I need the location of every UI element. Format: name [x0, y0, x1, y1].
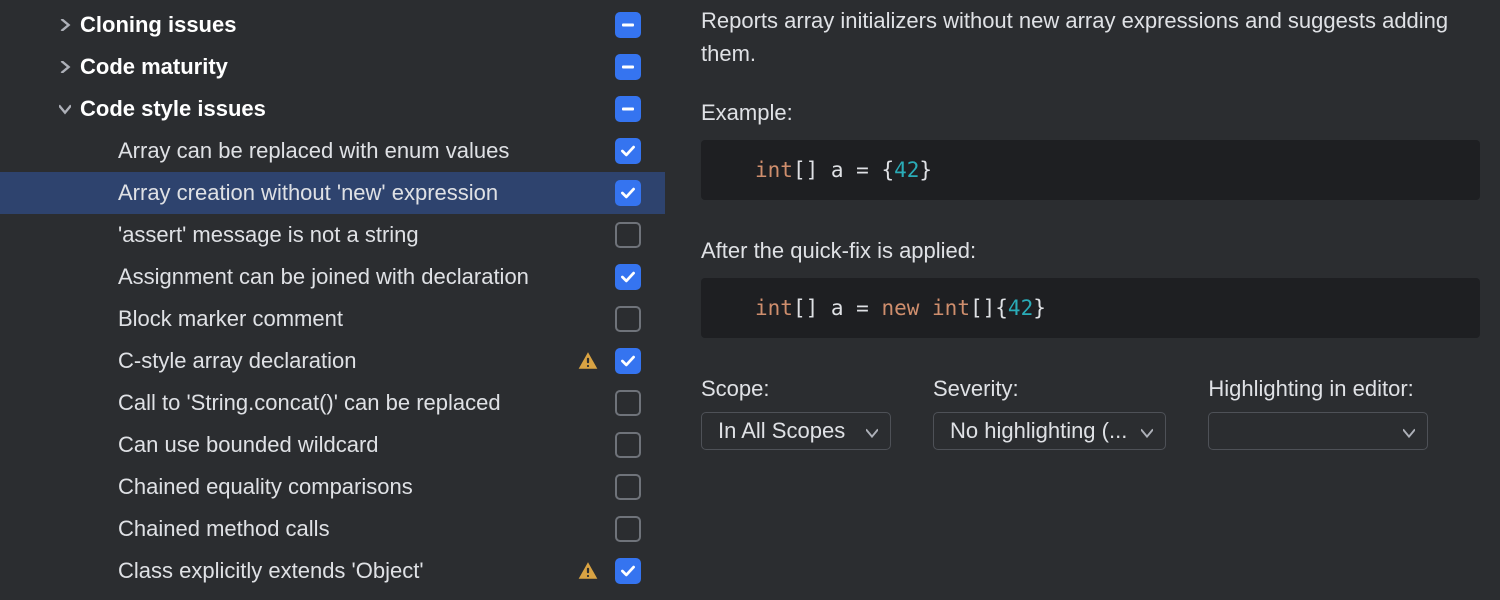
tree-item-label: Call to 'String.concat()' can be replace… — [118, 390, 615, 416]
tree-item-label: 'assert' message is not a string — [118, 222, 615, 248]
tree-item-label: Chained equality comparisons — [118, 474, 615, 500]
inspection-description: Reports array initializers without new a… — [701, 4, 1480, 70]
severity-value: No highlighting (... — [950, 418, 1127, 444]
highlighting-control: Highlighting in editor: — [1208, 376, 1428, 450]
tree-items: Array can be replaced with enum values Ar… — [0, 130, 665, 592]
tree-group-code-maturity[interactable]: Code maturity — [0, 46, 665, 88]
tree-item[interactable]: Array creation without 'new' expression — [0, 172, 665, 214]
after-code: int[] a = new int[]{42} — [701, 278, 1480, 338]
checkbox-checked[interactable] — [615, 558, 641, 584]
scope-label: Scope: — [701, 376, 891, 402]
tree-item-label: Can use bounded wildcard — [118, 432, 615, 458]
tree-item-label: Array creation without 'new' expression — [118, 180, 615, 206]
tree-group-label: Code maturity — [80, 54, 615, 80]
checkbox-checked[interactable] — [615, 180, 641, 206]
tree-group-cloning-issues[interactable]: Cloning issues — [0, 4, 665, 46]
tree-item-label: Assignment can be joined with declaratio… — [118, 264, 615, 290]
tree-group-label: Cloning issues — [80, 12, 615, 38]
warning-icon — [577, 350, 599, 372]
scope-value: In All Scopes — [718, 418, 845, 444]
tree-item[interactable]: Array can be replaced with enum values — [0, 130, 665, 172]
highlighting-dropdown[interactable] — [1208, 412, 1428, 450]
severity-dropdown[interactable]: No highlighting (... — [933, 412, 1166, 450]
tree-item[interactable]: Can use bounded wildcard — [0, 424, 665, 466]
example-code: int[] a = {42} — [701, 140, 1480, 200]
inspection-controls: Scope: In All Scopes Severity: No highli… — [701, 376, 1480, 450]
checkbox-mixed[interactable] — [615, 54, 641, 80]
tree-item-label: Block marker comment — [118, 306, 615, 332]
tree-item-label: Class explicitly extends 'Object' — [118, 558, 569, 584]
chevron-down-icon — [1403, 418, 1415, 444]
checkbox-checked[interactable] — [615, 348, 641, 374]
highlighting-label: Highlighting in editor: — [1208, 376, 1428, 402]
severity-control: Severity: No highlighting (... — [933, 376, 1166, 450]
tree-item-label: Array can be replaced with enum values — [118, 138, 615, 164]
checkbox-unchecked[interactable] — [615, 222, 641, 248]
tree-item[interactable]: Chained equality comparisons — [0, 466, 665, 508]
tree-item[interactable]: Call to 'String.concat()' can be replace… — [0, 382, 665, 424]
scope-control: Scope: In All Scopes — [701, 376, 891, 450]
tree-item[interactable]: Assignment can be joined with declaratio… — [0, 256, 665, 298]
tree-item-label: C-style array declaration — [118, 348, 569, 374]
example-label: Example: — [701, 100, 1480, 126]
tree-group-label: Code style issues — [80, 96, 615, 122]
inspection-tree: Cloning issues Code maturity Code style … — [0, 0, 665, 600]
checkbox-mixed[interactable] — [615, 96, 641, 122]
tree-group-code-style-issues[interactable]: Code style issues — [0, 88, 665, 130]
after-label: After the quick-fix is applied: — [701, 238, 1480, 264]
tree-item[interactable]: Block marker comment — [0, 298, 665, 340]
tree-item[interactable]: Class explicitly extends 'Object' — [0, 550, 665, 592]
chevron-right-icon — [56, 58, 74, 76]
tree-item[interactable]: Chained method calls — [0, 508, 665, 550]
chevron-right-icon — [56, 16, 74, 34]
inspection-detail: Reports array initializers without new a… — [665, 0, 1500, 600]
checkbox-unchecked[interactable] — [615, 390, 641, 416]
tree-item-label: Chained method calls — [118, 516, 615, 542]
warning-icon — [577, 560, 599, 582]
checkbox-unchecked[interactable] — [615, 474, 641, 500]
severity-label: Severity: — [933, 376, 1166, 402]
tree-item[interactable]: C-style array declaration — [0, 340, 665, 382]
checkbox-checked[interactable] — [615, 264, 641, 290]
checkbox-mixed[interactable] — [615, 12, 641, 38]
checkbox-checked[interactable] — [615, 138, 641, 164]
chevron-down-icon — [56, 100, 74, 118]
tree-item[interactable]: 'assert' message is not a string — [0, 214, 665, 256]
checkbox-unchecked[interactable] — [615, 432, 641, 458]
chevron-down-icon — [1141, 418, 1153, 444]
checkbox-unchecked[interactable] — [615, 516, 641, 542]
checkbox-unchecked[interactable] — [615, 306, 641, 332]
scope-dropdown[interactable]: In All Scopes — [701, 412, 891, 450]
chevron-down-icon — [866, 418, 878, 444]
